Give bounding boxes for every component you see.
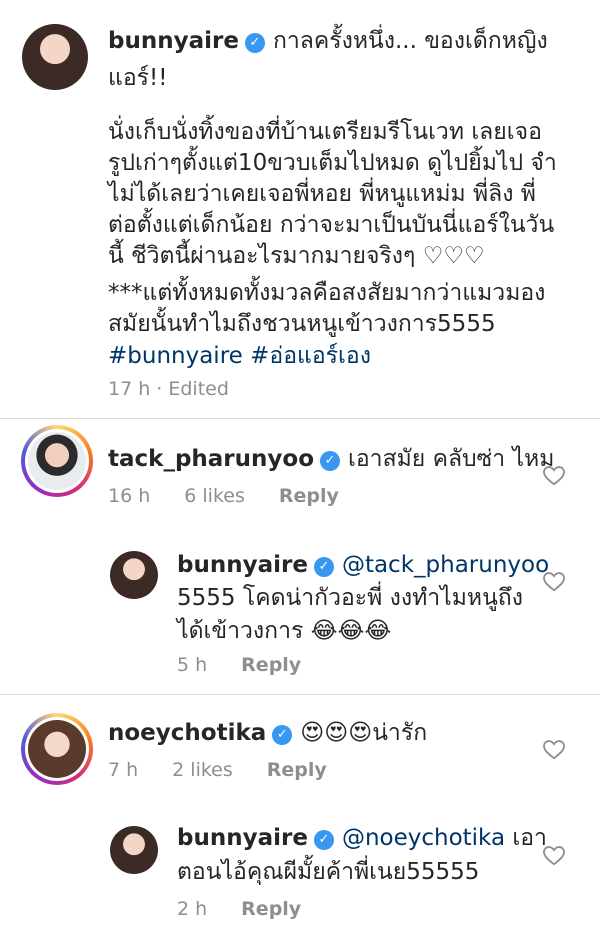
comment-time: 7 h bbox=[108, 759, 139, 781]
reply-text: เอา bbox=[505, 825, 547, 851]
comment-likes[interactable]: 2 likes bbox=[172, 759, 233, 781]
heart-outline-icon[interactable] bbox=[543, 740, 565, 760]
mention-link[interactable]: @noeychotika bbox=[342, 825, 505, 851]
heart-outline-icon[interactable] bbox=[543, 466, 565, 486]
comment-username[interactable]: tack_pharunyoo bbox=[108, 446, 314, 472]
verified-badge-icon: ✓ bbox=[313, 557, 334, 577]
reply-button[interactable]: Reply bbox=[241, 898, 301, 920]
reply-meta: 5 h Reply bbox=[177, 654, 335, 676]
reply-username[interactable]: bunnyaire bbox=[177, 552, 308, 578]
caption-body-line: นั่งเก็บนั่งทิ้งของที่บ้านเตรียมรีโนเวท … bbox=[108, 119, 542, 145]
comment-text: เอาสมัย คลับซ่า ไหม bbox=[348, 446, 555, 472]
divider bbox=[0, 418, 600, 419]
caption-body-line: ไม่ได้เลยว่าเคยเจอพี่หอย พี่หนูแหม่ม พี่… bbox=[108, 181, 536, 207]
reply-username[interactable]: bunnyaire bbox=[177, 825, 308, 851]
commenter-avatar[interactable] bbox=[21, 713, 93, 785]
caption-body-line: นี้ ชีวิตนี้ผ่านอะไรมากมายจริงๆ ♡♡♡ bbox=[108, 243, 485, 269]
caption-header: bunnyaire ✓ กาลครั้งหนึ่ง... ของเด็กหญิง bbox=[108, 26, 548, 57]
comment-text: 😍😍😍น่ารัก bbox=[300, 720, 428, 746]
comment-time: 16 h bbox=[108, 485, 151, 507]
verified-badge-icon: ✓ bbox=[272, 725, 293, 745]
reply-row: bunnyaire ✓ @noeychotika เอา bbox=[177, 823, 547, 854]
caption-avatar[interactable] bbox=[22, 24, 88, 90]
caption-time: 17 h bbox=[108, 378, 151, 400]
reply-button[interactable]: Reply bbox=[241, 654, 301, 676]
reply-row: bunnyaire ✓ @tack_pharunyoo bbox=[177, 550, 549, 581]
hashtag-link[interactable]: #อ่อแอร์เอง bbox=[250, 343, 371, 369]
reply-text-line: ตอนไอ้คุณผีมั้ยค้าพี่เนย55555 bbox=[177, 859, 480, 885]
reply-meta: 2 h Reply bbox=[177, 898, 335, 920]
comment-meta: 7 h 2 likes Reply bbox=[108, 759, 361, 781]
heart-outline-icon[interactable] bbox=[543, 846, 565, 866]
mention-link[interactable]: @tack_pharunyoo bbox=[342, 552, 549, 578]
divider bbox=[0, 694, 600, 695]
caption-body-line: ต่อตั้งแต่เด็กน้อย กว่าจะมาเป็นบันนี่แอร… bbox=[108, 212, 555, 238]
caption-username[interactable]: bunnyaire bbox=[108, 28, 239, 54]
reply-button[interactable]: Reply bbox=[279, 485, 339, 507]
comment-row: tack_pharunyoo ✓ เอาสมัย คลับซ่า ไหม bbox=[108, 444, 554, 475]
caption-edited: · Edited bbox=[156, 378, 229, 400]
verified-badge-icon: ✓ bbox=[320, 451, 340, 471]
commenter-avatar[interactable] bbox=[21, 425, 93, 497]
reply-avatar[interactable] bbox=[110, 551, 158, 599]
reply-time: 5 h bbox=[177, 654, 208, 676]
comment-row: noeychotika ✓ 😍😍😍น่ารัก bbox=[108, 718, 427, 749]
reply-text-line: ได้เข้าวงการ 😂😂😂 bbox=[177, 618, 392, 644]
hashtag-link[interactable]: #bunnyaire bbox=[108, 343, 243, 369]
comment-likes[interactable]: 6 likes bbox=[184, 485, 245, 507]
reply-time: 2 h bbox=[177, 898, 208, 920]
caption-body-line: รูปเก่าๆตั้งแต่10ขวบเต็มไปหมด ดูไปยิ้มไป… bbox=[108, 150, 557, 176]
reply-button[interactable]: Reply bbox=[267, 759, 327, 781]
comment-username[interactable]: noeychotika bbox=[108, 720, 266, 746]
verified-badge-icon: ✓ bbox=[313, 830, 334, 850]
reply-text-line: 5555 โคดน่ากัวอะพี่ งงทำไมหนูถึง bbox=[177, 585, 523, 611]
verified-badge-icon: ✓ bbox=[244, 33, 265, 53]
caption-line1: กาลครั้งหนึ่ง... ของเด็กหญิง bbox=[272, 28, 548, 54]
caption-hashtags: #bunnyaire #อ่อแอร์เอง bbox=[108, 341, 371, 372]
caption-meta: 17 h · Edited bbox=[108, 378, 263, 400]
heart-outline-icon[interactable] bbox=[543, 572, 565, 592]
caption-body-line: ***แต่ทั้งหมดทั้งมวลคือสงสัยมากว่าแมวมอง bbox=[108, 280, 546, 306]
reply-avatar[interactable] bbox=[110, 826, 158, 874]
comment-meta: 16 h 6 likes Reply bbox=[108, 485, 373, 507]
caption-line2: แอร์!! bbox=[108, 65, 168, 91]
caption-body-line: สมัยนั้นทำไมถึงชวนหนูเข้าวงการ5555 bbox=[108, 311, 496, 337]
